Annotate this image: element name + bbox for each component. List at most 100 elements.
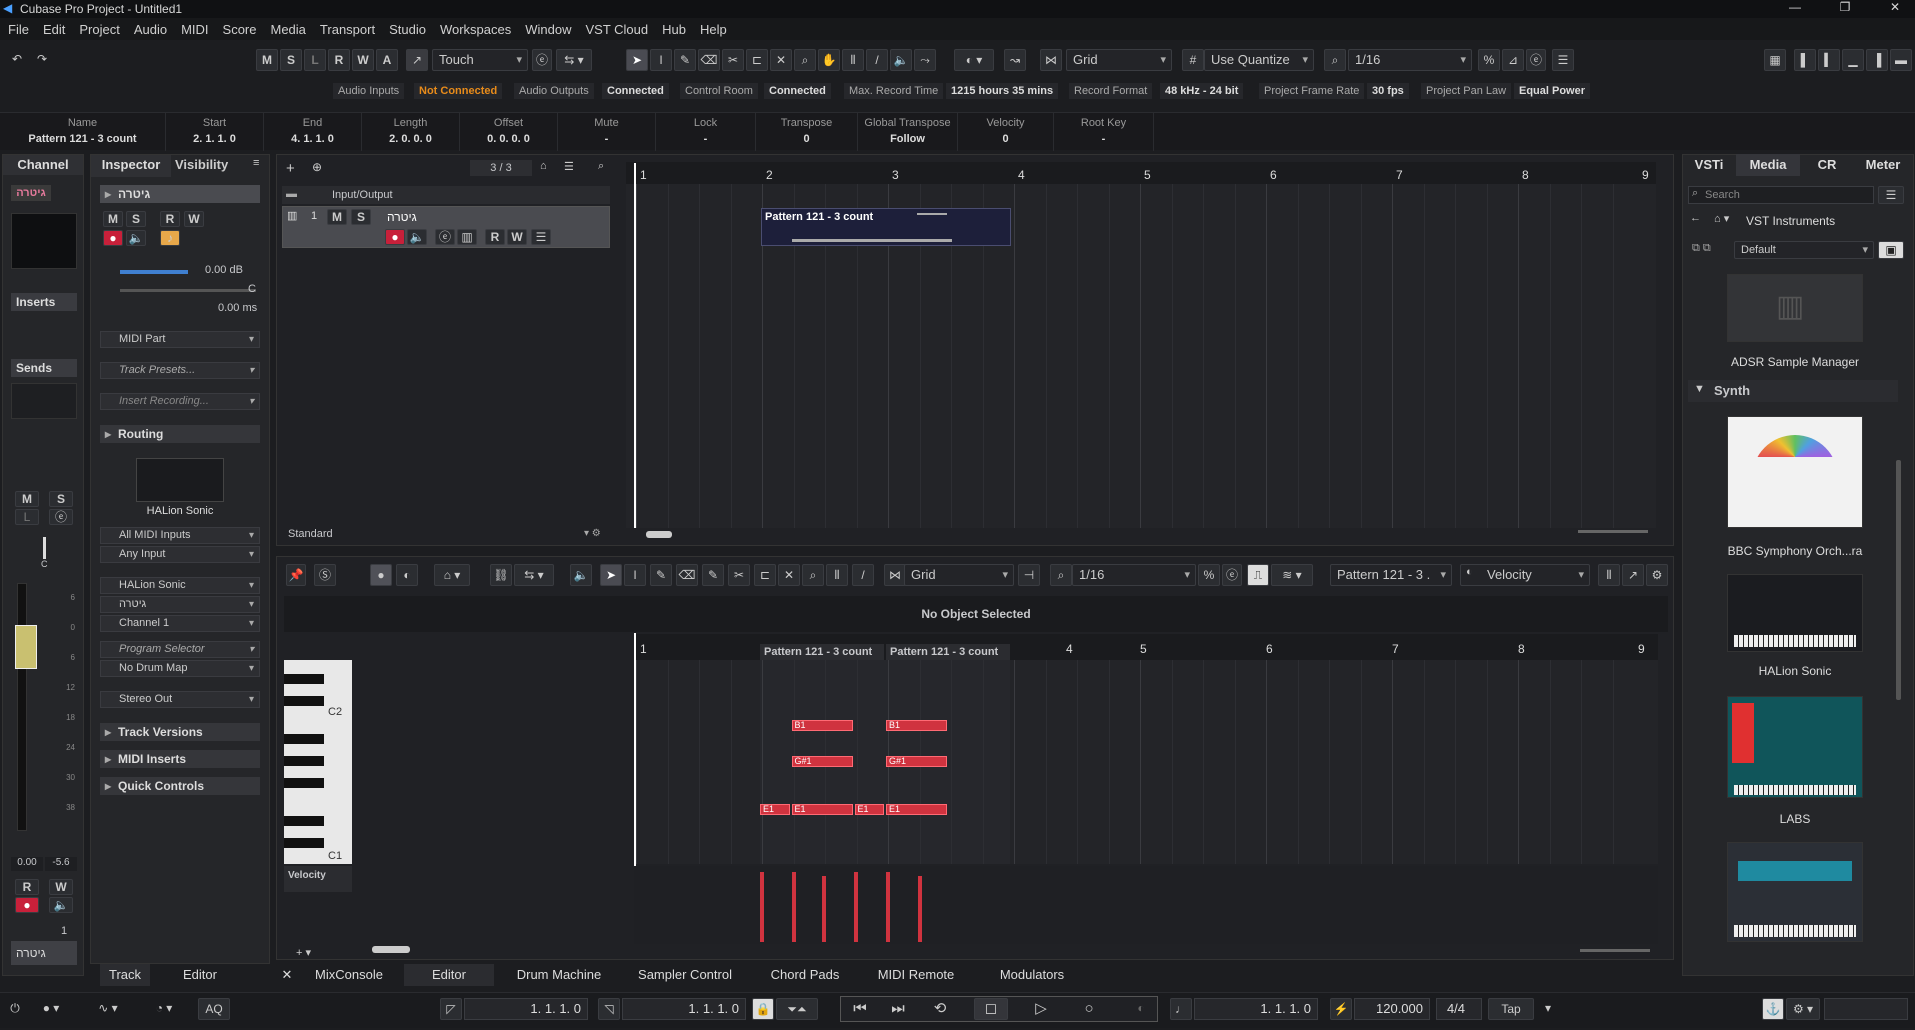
aq-button[interactable]: AQ [198, 998, 230, 1020]
menu-score[interactable]: Score [215, 18, 263, 37]
info-name[interactable]: Name Pattern 121 - 3 count [0, 113, 166, 151]
editor-quantize-search-icon[interactable]: ⌕ [1050, 564, 1072, 586]
menu-window[interactable]: Window [517, 18, 577, 37]
add-lane-icon[interactable]: + ▾ [296, 946, 311, 959]
track-read-button[interactable]: R [485, 229, 505, 245]
bbc-symphony-thumbnail[interactable] [1727, 416, 1863, 528]
channel-listen-button[interactable]: L [15, 509, 39, 525]
tempo-field[interactable]: 120.000 [1354, 998, 1430, 1020]
show-right-zone-icon[interactable]: ▐ [1866, 49, 1888, 71]
project-h-scrollbar[interactable] [646, 531, 672, 538]
go-to-next-icon[interactable]: ⏭ [884, 999, 912, 1019]
channel-mute-button[interactable]: M [15, 491, 39, 507]
channel-pan-knob[interactable] [43, 537, 46, 559]
inspector-delay-value[interactable]: 0.00 ms [218, 302, 257, 314]
mediabay-search-input[interactable]: Search [1688, 186, 1874, 204]
menu-edit[interactable]: Edit [35, 18, 71, 37]
editor-length-icon[interactable]: ⎍ [1247, 564, 1269, 586]
project-cursor[interactable] [634, 163, 636, 528]
velocity-lane-label[interactable]: Velocity [284, 866, 352, 892]
mediabay-list-icon[interactable]: ☰ [1878, 186, 1904, 204]
velocity-bar[interactable] [854, 872, 858, 942]
glue-tool-icon[interactable]: ⊏ [746, 49, 768, 71]
menu-hub[interactable]: Hub [654, 18, 692, 37]
inspector-stereo-out-select[interactable]: Stereo Out [100, 691, 260, 708]
channel-edit-button[interactable]: ⓔ [49, 509, 73, 525]
quantize-value-select[interactable]: 1/16 [1348, 49, 1472, 71]
editor-comp-tool-icon[interactable]: ⫴ [826, 564, 848, 586]
editor-mute-tool-icon[interactable]: ✕ [778, 564, 800, 586]
show-lower-zone-icon[interactable]: ▁ [1842, 49, 1864, 71]
left-locator-icon[interactable]: ◸ [440, 998, 462, 1020]
editor-zoom-slider[interactable] [1580, 949, 1650, 952]
track-edit-button[interactable]: ⓔ [435, 229, 455, 245]
inspector-track-header[interactable]: גיטרה [100, 185, 260, 203]
home-icon[interactable]: ⌂ ▾ [1714, 212, 1729, 225]
auto-scroll-icon[interactable]: ↝ [1004, 49, 1026, 71]
inspector-mute-button[interactable]: M [103, 211, 123, 227]
midi-track-name[interactable]: גיטרה [387, 210, 417, 224]
midi-track-header[interactable]: ▥ 1 M S גיטרה ● 🔈 ⓔ ▥ R W ☰ [282, 206, 610, 248]
channel-volume-value[interactable]: 0.00 [11, 857, 43, 871]
track-list-icon[interactable]: ☰ [564, 160, 574, 173]
piano-keyboard[interactable]: C2 C1 [284, 660, 352, 864]
collapse-icon[interactable]: ▼ [1694, 383, 1705, 395]
project-zoom-slider[interactable] [1578, 530, 1648, 533]
inspector-channel-select[interactable]: Channel 1 [100, 615, 260, 632]
link-icon[interactable]: ⚓ [1762, 998, 1784, 1020]
inspector-midi-input-select[interactable]: All MIDI Inputs [100, 527, 260, 544]
editor-settings-icon[interactable]: ⚙ [1646, 564, 1668, 586]
split-tool-icon[interactable]: ✂ [722, 49, 744, 71]
inspector-insert-recording[interactable]: Insert Recording... [100, 393, 260, 410]
info-velocity[interactable]: Velocity 0 [958, 113, 1054, 151]
inspector-tab[interactable]: Inspector [91, 155, 171, 177]
midi-note[interactable]: G#1 [791, 756, 853, 767]
channel-monitor-button[interactable]: 🔈 [49, 897, 73, 913]
lower-zone-close-icon[interactable]: ✕ [278, 964, 296, 986]
vsti-tab[interactable]: VSTi [1684, 154, 1734, 176]
status-audio-inputs-value[interactable]: Not Connected [414, 83, 503, 99]
record-button[interactable]: ○ [1072, 999, 1106, 1019]
channel-pan-value[interactable]: -5.6 [45, 857, 77, 871]
listen-button[interactable]: L [304, 49, 326, 71]
inspector-read-button[interactable]: R [160, 211, 180, 227]
grid-icon[interactable]: # [1182, 49, 1204, 71]
editor-quantize-select[interactable]: 1/16 [1072, 564, 1196, 586]
bbc-symphony-label[interactable]: BBC Symphony Orch...ra [1680, 544, 1910, 558]
midi-note[interactable]: E1 [886, 804, 947, 815]
quantize-apply-icon[interactable]: % [1478, 49, 1500, 71]
activate-project-icon[interactable]: ⏻ [4, 998, 26, 1018]
inspector-pan-value[interactable]: C [248, 283, 256, 295]
position-field[interactable]: 1. 1. 1. 0 [1194, 998, 1318, 1020]
hand-tool-icon[interactable]: ✋ [818, 49, 840, 71]
editor-snap-select[interactable]: Grid [904, 564, 1014, 586]
project-midi-part[interactable]: Pattern 121 - 3 count [761, 208, 1011, 246]
go-to-previous-icon[interactable]: ⏮ [846, 999, 874, 1019]
adsr-thumbnail[interactable]: ▥ [1727, 274, 1863, 342]
draw-tool-icon[interactable]: ✎ [674, 49, 696, 71]
channel-read-button[interactable]: R [15, 879, 39, 895]
editor-quantize-apply-icon[interactable]: % [1198, 564, 1220, 586]
inspector-output-track-select[interactable]: גיטרה [100, 596, 260, 613]
track-visibility-icon[interactable]: ⌂ [540, 160, 547, 172]
menu-file[interactable]: File [0, 18, 35, 37]
adsr-label[interactable]: ADSR Sample Manager [1680, 355, 1910, 369]
chord-pads-tab[interactable]: Chord Pads [760, 964, 850, 986]
info-root-key[interactable]: Root Key - [1054, 113, 1154, 151]
automation-mode-select[interactable]: Touch [432, 49, 528, 71]
info-length[interactable]: Length 2. 0. 0. 0 [362, 113, 460, 151]
modulators-tab[interactable]: Modulators [984, 964, 1080, 986]
labs-label[interactable]: LABS [1680, 812, 1910, 826]
editor-trim-tool-icon[interactable]: ✎ [702, 564, 724, 586]
inspector-any-input-select[interactable]: Any Input [100, 546, 260, 563]
auto-punch-icon[interactable]: ◐ [1130, 998, 1152, 1018]
midi-note[interactable]: E1 [791, 804, 853, 815]
inspector-routing-section[interactable]: Routing [100, 425, 260, 443]
sampler-control-tab[interactable]: Sampler Control [630, 964, 740, 986]
cr-tab[interactable]: CR [1802, 154, 1852, 176]
transport-settings-icon[interactable]: ⚙ ▾ [1786, 998, 1820, 1020]
project-ruler[interactable]: 1 2 3 4 5 6 7 8 9 [626, 162, 1656, 184]
midi-note[interactable]: E1 [854, 804, 884, 815]
status-control-room-value[interactable]: Connected [764, 83, 831, 99]
track-write-button[interactable]: W [507, 229, 527, 245]
